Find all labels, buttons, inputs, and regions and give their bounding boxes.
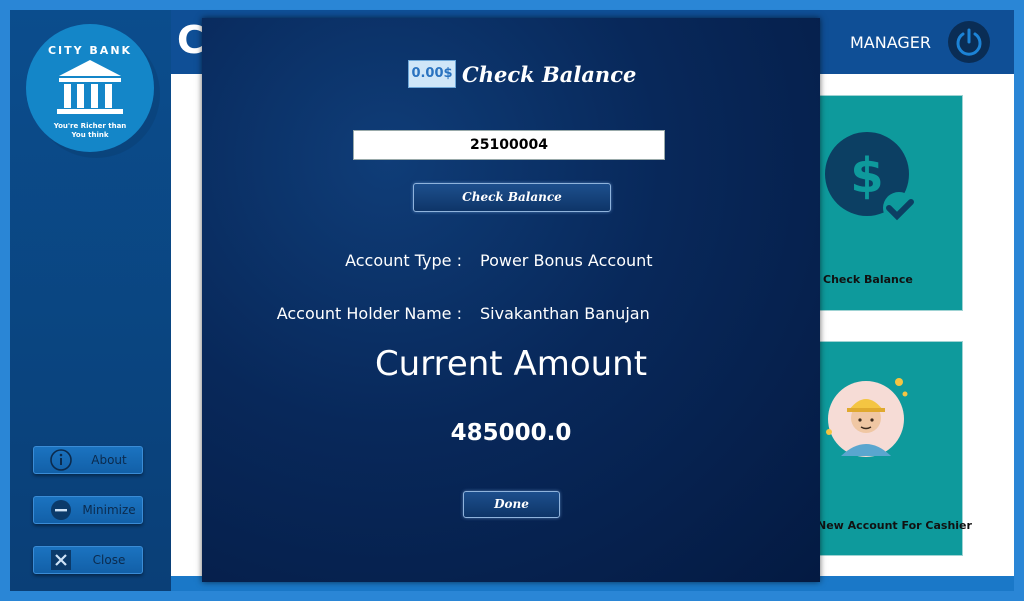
about-button[interactable]: About [33, 446, 143, 474]
tagline-line-1: You're Richer than [53, 122, 127, 130]
minus-icon [51, 500, 71, 520]
page-title-partial: C [177, 18, 205, 62]
power-icon [956, 28, 982, 56]
account-type-value: Power Bonus Account [480, 251, 653, 270]
check-balance-button[interactable]: Check Balance [413, 183, 611, 212]
account-type-label: Account Type : [345, 251, 462, 270]
bank-building-icon [57, 60, 123, 114]
account-number-input[interactable] [353, 130, 665, 160]
tagline-line-2: You think [71, 131, 109, 139]
new-account-card-label: New Account For Cashier [817, 519, 972, 532]
about-label: About [91, 453, 127, 467]
close-icon [51, 550, 71, 570]
balance-amount: 485000.0 [450, 420, 572, 446]
check-balance-dialog: 0.00$ Check Balance Check Balance Accoun… [202, 18, 820, 582]
logo-bank-name: CITY BANK [47, 44, 133, 57]
minimize-button[interactable]: Minimize [33, 496, 143, 524]
worker-avatar-icon [826, 378, 908, 457]
sidebar: CITY BANK You're Richer than You think A… [10, 10, 171, 591]
user-role-label: MANAGER [850, 33, 932, 52]
dialog-title: Check Balance [462, 62, 637, 87]
power-button[interactable] [948, 21, 990, 63]
close-label: Close [92, 553, 126, 567]
current-amount-heading: Current Amount [374, 344, 648, 384]
city-bank-logo: CITY BANK You're Richer than You think [26, 24, 154, 152]
svg-text:$: $ [850, 148, 883, 204]
check-balance-card-label: Check Balance [823, 273, 913, 286]
dollar-check-icon: $ [825, 132, 915, 224]
money-display-icon: 0.00$ [408, 60, 456, 88]
account-holder-value: Sivakanthan Banujan [480, 304, 650, 323]
new-account-card[interactable]: New Account For Cashier [812, 341, 972, 556]
done-button[interactable]: Done [463, 491, 560, 518]
logo-tagline: You're Richer than You think [26, 122, 154, 140]
close-button[interactable]: Close [33, 546, 143, 574]
info-icon [50, 449, 72, 471]
account-holder-label: Account Holder Name : [276, 304, 462, 323]
check-balance-card[interactable]: $ Check Balance [812, 95, 963, 311]
minimize-label: Minimize [82, 503, 136, 517]
